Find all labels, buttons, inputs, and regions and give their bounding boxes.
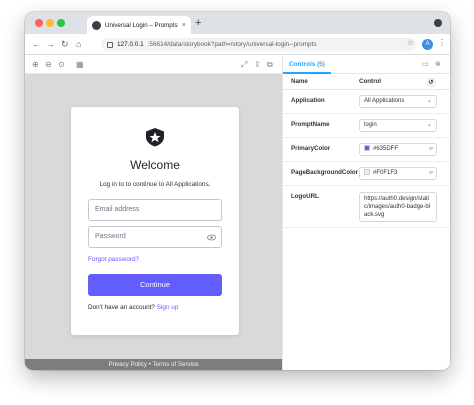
control-row-application: Application All Applications ⌄ [283,90,450,114]
signup-link[interactable]: Sign up [157,304,179,311]
control-row-logourl: LogoURL https://auth0.design/static/imag… [283,186,450,228]
zoom-out-icon[interactable]: ⊖ [45,59,52,70]
page-footer: Privacy Policy • Terms of Service [25,359,282,370]
tab-controls[interactable]: Controls (5) [283,56,331,74]
auth0-logo-icon [146,128,164,147]
forgot-password-link[interactable]: Forgot password? [88,256,139,263]
chevron-down-icon: ⌄ [426,98,432,104]
addons-panel: Controls (5) ▭ ⊗ Name Control ↺ Applicat… [282,56,450,370]
home-icon[interactable]: ⌂ [76,37,81,51]
password-field[interactable]: Password [88,226,222,248]
globe-icon [92,20,101,30]
code-icon[interactable]: ‹› [429,144,433,155]
application-value: All Applications [364,98,405,104]
share-icon[interactable]: ⇪ [254,59,261,70]
control-label: PromptName [291,121,330,128]
promptname-select[interactable]: login ⌄ [359,119,437,132]
logourl-textarea[interactable]: https://auth0.design/static/images/auth0… [359,192,437,222]
panel-tab-bar: Controls (5) ▭ ⊗ [283,56,450,74]
forward-icon[interactable]: → [46,37,55,51]
close-window-button[interactable] [35,19,43,27]
browser-menu-icon[interactable]: ⋮ [438,38,446,47]
browser-window: Universal Login – Prompts – Sto × + ← → … [25,12,450,370]
primarycolor-value: #635DFF [373,146,399,152]
browser-tab[interactable]: Universal Login – Prompts – Sto × [87,16,191,34]
close-panel-icon[interactable]: ⊗ [435,60,441,70]
privacy-policy-link[interactable]: Privacy Policy [108,361,147,368]
grid-icon[interactable]: ▦ [76,59,84,70]
email-field[interactable]: Email address [88,199,222,221]
no-account-text: Don't have an account? [88,304,155,311]
maximize-window-button[interactable] [57,19,65,27]
control-label: PageBackgroundColor [291,169,359,176]
primarycolor-input[interactable]: #635DFF ‹› [359,143,437,156]
control-row-primarycolor: PrimaryColor #635DFF ‹› [283,138,450,162]
show-password-eye-icon[interactable] [207,233,216,242]
login-subtitle: Log in to to continue to All Application… [99,181,211,188]
reset-controls-icon[interactable]: ↺ [426,78,436,87]
terms-of-service-link[interactable]: • Terms of Service [149,361,199,368]
control-column-header: Control [359,78,381,85]
title-bar: Universal Login – Prompts – Sto × + [25,12,450,34]
pagebackgroundcolor-input[interactable]: #F0F1F3 ‹› [359,167,437,180]
password-placeholder: Password [95,233,126,240]
story-canvas: Welcome Log in to to continue to All App… [25,74,282,370]
promptname-value: login [364,122,377,128]
extension-icon[interactable]: A [422,39,433,50]
storybook-toolbar: ⊕ ⊖ ⊙ ▦ ⤢ ⇪ ⧉ [25,56,282,74]
code-icon[interactable]: ‹› [429,168,433,179]
pagebackgroundcolor-value: #F0F1F3 [373,170,398,176]
continue-button[interactable]: Continue [88,274,222,296]
reload-icon[interactable]: ↻ [61,37,69,51]
control-row-pagebackgroundcolor: PageBackgroundColor #F0F1F3 ‹› [283,162,450,186]
back-icon[interactable]: ← [32,37,41,51]
minimize-window-button[interactable] [46,19,54,27]
new-tab-button[interactable]: + [195,16,201,30]
control-label: Application [291,97,325,104]
tab-title: Universal Login – Prompts – Sto [105,21,178,29]
url-path: :56614/data/storybook?path=/story/univer… [147,41,317,48]
bookmark-star-icon[interactable]: ☆ [407,38,414,47]
controls-header: Name Control ↺ [283,74,450,90]
zoom-reset-icon[interactable]: ⊙ [58,59,65,70]
panel-layout-icon[interactable]: ▭ [422,60,429,70]
control-label: LogoURL [291,193,319,200]
email-placeholder: Email address [95,206,140,213]
chevron-down-icon: ⌄ [426,122,432,128]
site-info-icon[interactable] [107,41,113,48]
login-title: Welcome [130,158,180,172]
tab-close-icon[interactable]: × [182,22,186,29]
fullscreen-icon[interactable]: ⤢ [241,59,247,70]
address-bar[interactable]: 127.0.0.1 :56614/data/storybook?path=/st… [101,38,417,51]
signup-row: Don't have an account? Sign up [88,304,178,311]
zoom-in-icon[interactable]: ⊕ [32,59,39,70]
name-column-header: Name [291,78,308,85]
browser-toolbar: ← → ↻ ⌂ 127.0.0.1 :56614/data/storybook?… [25,34,450,55]
background-color-swatch[interactable] [364,169,370,175]
tab-search-icon[interactable] [434,19,442,27]
login-card: Welcome Log in to to continue to All App… [71,107,239,335]
control-label: PrimaryColor [291,145,331,152]
control-row-promptname: PromptName login ⌄ [283,114,450,138]
url-host: 127.0.0.1 [117,41,144,48]
copy-link-icon[interactable]: ⧉ [267,59,273,70]
primary-color-swatch[interactable] [364,145,370,151]
application-select[interactable]: All Applications ⌄ [359,95,437,108]
